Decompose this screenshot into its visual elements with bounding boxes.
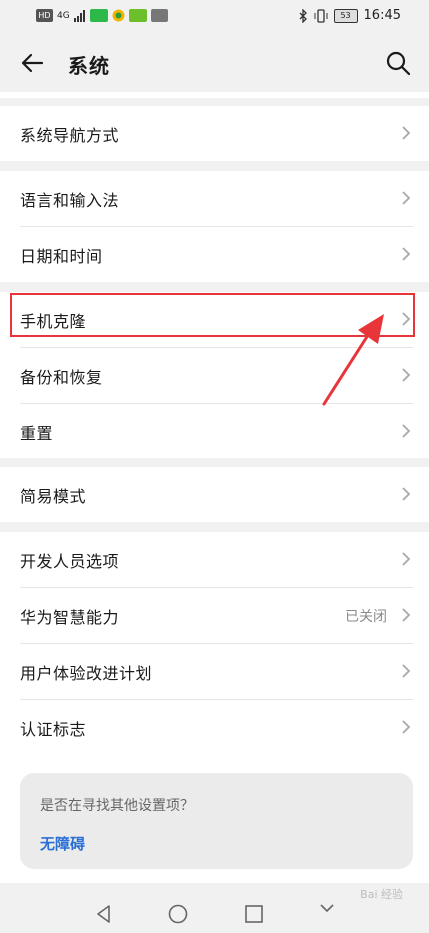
settings-item-reset[interactable]: 重置 bbox=[20, 403, 413, 459]
hd-icon: HD bbox=[36, 9, 53, 22]
bluetooth-icon bbox=[299, 8, 307, 23]
wechat-icon bbox=[112, 9, 125, 22]
back-arrow-icon[interactable] bbox=[18, 48, 48, 78]
search-icon[interactable] bbox=[383, 48, 413, 78]
network-4g-icon: 4G bbox=[57, 10, 70, 21]
chevron-right-icon bbox=[402, 368, 411, 382]
settings-item-date-time[interactable]: 日期和时间 bbox=[20, 226, 413, 282]
settings-item-label: 华为智慧能力 bbox=[20, 607, 120, 627]
chevron-right-icon bbox=[402, 487, 411, 501]
settings-item-label: 日期和时间 bbox=[20, 246, 103, 266]
settings-item-certification[interactable]: 认证标志 bbox=[20, 699, 413, 755]
status-left-icons: HD 4G bbox=[36, 9, 168, 22]
settings-item-system-navigation[interactable]: 系统导航方式 bbox=[20, 106, 413, 161]
app-badge-icon bbox=[89, 9, 108, 22]
settings-item-label: 手机克隆 bbox=[20, 311, 87, 331]
settings-screen: HD 4G 53 16:45 系统 系统导航方式 语言和输入法 日期和时间 手机… bbox=[0, 0, 429, 933]
settings-item-phone-clone[interactable]: 手机克隆 bbox=[20, 292, 413, 347]
settings-item-developer-options[interactable]: 开发人员选项 bbox=[20, 532, 413, 587]
status-right-icons: 53 16:45 bbox=[298, 8, 401, 23]
settings-item-user-experience[interactable]: 用户体验改进计划 bbox=[20, 643, 413, 699]
settings-group-developer: 开发人员选项 华为智慧能力 已关闭 用户体验改进计划 认证标志 bbox=[0, 532, 429, 933]
chevron-right-icon bbox=[402, 552, 411, 566]
battery-indicator: 53 bbox=[333, 8, 358, 23]
previous-card-bottom bbox=[0, 92, 429, 98]
watermark-text: Bai 经验 bbox=[360, 888, 403, 901]
chevron-right-icon bbox=[402, 312, 411, 326]
chevron-right-icon bbox=[402, 424, 411, 438]
settings-group-navigation: 系统导航方式 bbox=[0, 106, 429, 161]
chevron-right-icon bbox=[402, 247, 411, 261]
status-text: 已关闭 bbox=[345, 608, 387, 625]
nav-recents-icon[interactable] bbox=[243, 903, 265, 925]
nav-home-icon[interactable] bbox=[167, 903, 189, 925]
settings-item-label: 用户体验改进计划 bbox=[20, 663, 153, 683]
settings-group-clone-backup: 手机克隆 备份和恢复 重置 bbox=[0, 292, 429, 458]
chevron-right-icon bbox=[402, 608, 411, 622]
settings-group-simple-mode: 简易模式 bbox=[0, 467, 429, 522]
nav-back-icon[interactable] bbox=[93, 903, 115, 925]
settings-item-label: 重置 bbox=[20, 423, 54, 443]
vibrate-icon bbox=[314, 8, 328, 23]
status-time: 16:45 bbox=[363, 8, 401, 23]
status-bar: HD 4G 53 16:45 bbox=[0, 0, 429, 34]
signal-icon bbox=[73, 9, 85, 22]
settings-item-label: 语言和输入法 bbox=[20, 190, 120, 210]
settings-item-label: 简易模式 bbox=[20, 486, 87, 506]
suggestion-card: 是否在寻找其他设置项？ 无障碍 bbox=[20, 773, 413, 869]
nav-hide-icon[interactable] bbox=[316, 897, 338, 919]
settings-item-language-input[interactable]: 语言和输入法 bbox=[20, 171, 413, 226]
settings-item-label: 认证标志 bbox=[20, 719, 87, 739]
chevron-right-icon bbox=[402, 191, 411, 205]
settings-item-label: 备份和恢复 bbox=[20, 367, 103, 387]
chevron-right-icon bbox=[402, 720, 411, 734]
settings-item-label: 开发人员选项 bbox=[20, 551, 120, 571]
app-square-icon bbox=[150, 9, 168, 22]
page-header: 系统 bbox=[0, 34, 429, 92]
settings-item-huawei-smart[interactable]: 华为智慧能力 已关闭 bbox=[20, 587, 413, 643]
app-badge-2-icon bbox=[128, 9, 147, 22]
chevron-right-icon bbox=[402, 664, 411, 678]
page-title: 系统 bbox=[68, 54, 110, 78]
chevron-right-icon bbox=[402, 126, 411, 140]
settings-item-label: 系统导航方式 bbox=[20, 125, 120, 145]
accessibility-link[interactable]: 无障碍 bbox=[40, 833, 85, 854]
settings-item-backup-restore[interactable]: 备份和恢复 bbox=[20, 347, 413, 403]
suggestion-question: 是否在寻找其他设置项？ bbox=[40, 798, 194, 814]
settings-group-language-time: 语言和输入法 日期和时间 bbox=[0, 171, 429, 282]
settings-item-simple-mode[interactable]: 简易模式 bbox=[20, 467, 413, 522]
